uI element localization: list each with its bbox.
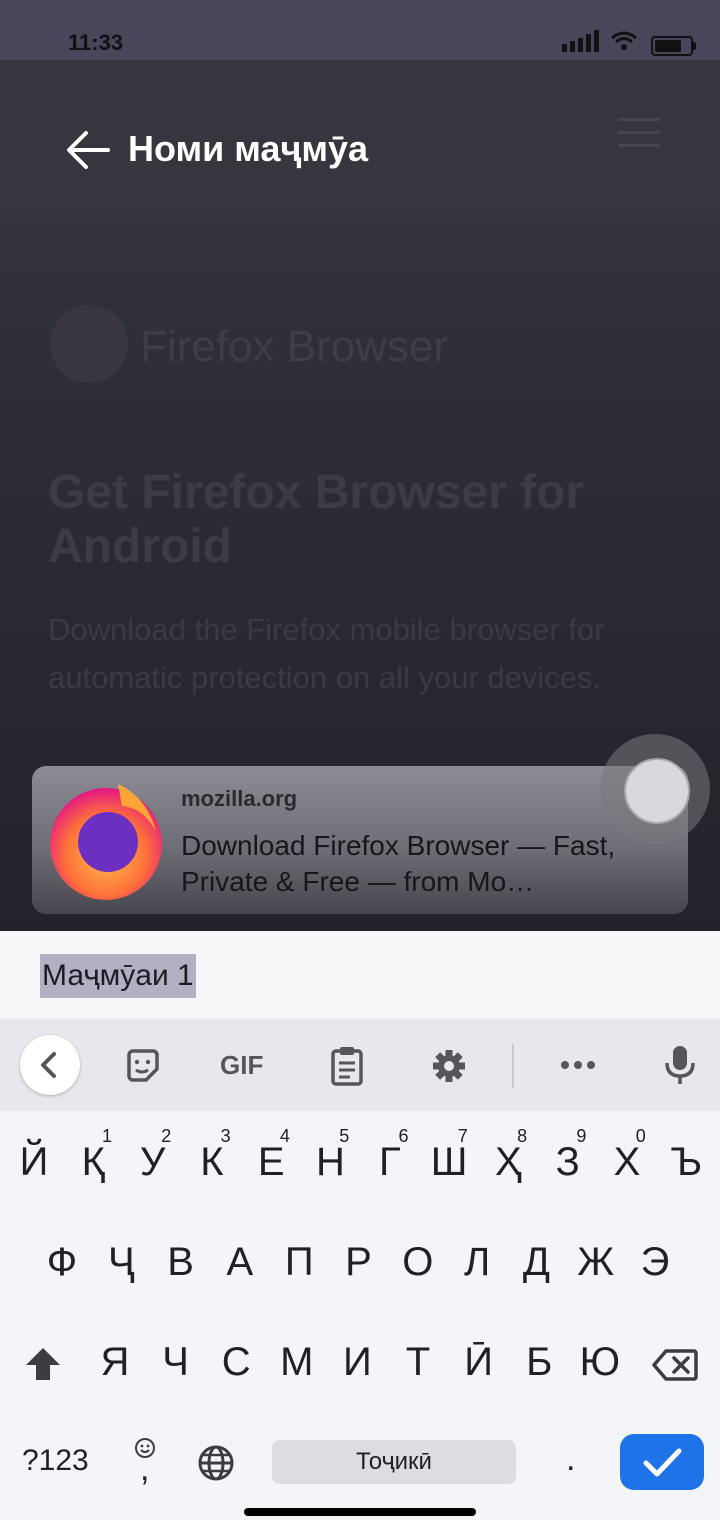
row1-key-1[interactable]: Й [5, 1140, 63, 1185]
row1-key-6[interactable]: Н [302, 1140, 360, 1185]
check-icon [643, 1448, 682, 1477]
row2-key-9[interactable]: Д [507, 1240, 565, 1285]
background-heading: Get Firefox Browser for Android [48, 466, 585, 573]
row1-key-5[interactable]: Е [242, 1140, 300, 1185]
status-time: 11:33 [68, 30, 124, 55]
row3-key-9[interactable]: Ю [571, 1340, 629, 1385]
row3-key-8[interactable]: Б [510, 1340, 568, 1385]
period-key[interactable]: . [566, 1440, 575, 1479]
row1-key-3[interactable]: У [124, 1140, 182, 1185]
number-hint: 3 [220, 1126, 231, 1146]
row2-key-5[interactable]: П [270, 1240, 328, 1285]
row3-key-4[interactable]: М [268, 1340, 326, 1385]
toolbar-divider [512, 1044, 514, 1088]
preview-title: Download Firefox Browser — Fast, Private… [181, 830, 616, 897]
row1-key-10[interactable]: З [539, 1140, 597, 1185]
row3-key-6[interactable]: Т [389, 1340, 447, 1385]
globe-icon[interactable] [197, 1444, 235, 1482]
row2-key-1[interactable]: Ф [33, 1240, 91, 1285]
row2-key-4[interactable]: А [211, 1240, 269, 1285]
background-logo-text: Firefox Browser [140, 322, 449, 371]
back-icon[interactable] [20, 1035, 80, 1095]
number-hint: 8 [517, 1126, 528, 1146]
microphone-icon[interactable] [664, 1044, 696, 1086]
row2-key-6[interactable]: Р [330, 1240, 388, 1285]
number-hint: 2 [161, 1126, 172, 1146]
row2-key-3[interactable]: В [152, 1240, 210, 1285]
row2-key-11[interactable]: Э [626, 1240, 684, 1285]
number-hint: 7 [457, 1126, 468, 1146]
menu-icon [618, 118, 660, 157]
signal-icon [562, 30, 599, 52]
row2-key-8[interactable]: Л [448, 1240, 506, 1285]
row2-key-7[interactable]: О [389, 1240, 447, 1285]
row1-key-2[interactable]: Қ [64, 1140, 122, 1185]
row1-key-12[interactable]: Ъ [657, 1140, 715, 1185]
symbols-key[interactable]: ?123 [22, 1444, 89, 1478]
clipboard-icon[interactable] [330, 1045, 364, 1087]
row3-key-5[interactable]: И [328, 1340, 386, 1385]
row3-key-2[interactable]: Ч [147, 1340, 205, 1385]
background-paragraph: Download the Firefox mobile browser for … [48, 612, 605, 695]
number-hint: 6 [398, 1126, 409, 1146]
shift-icon[interactable] [24, 1346, 62, 1382]
backspace-icon[interactable] [652, 1348, 698, 1382]
sticker-icon[interactable] [124, 1047, 162, 1085]
row2-key-10[interactable]: Ж [567, 1240, 625, 1285]
battery-tip [693, 42, 696, 50]
row3-key-7[interactable]: Ӣ [450, 1340, 508, 1385]
number-hint: 5 [339, 1126, 350, 1146]
row3-key-3[interactable]: С [207, 1340, 265, 1385]
wifi-icon [611, 31, 637, 50]
dialog-title: Номи маҷмӯа [128, 128, 369, 169]
firefox-logo-icon [50, 305, 128, 383]
comma-key[interactable]: , [140, 1450, 149, 1489]
number-hint: 0 [635, 1126, 646, 1146]
firefox-logo-icon [50, 784, 162, 900]
battery-icon [651, 36, 693, 56]
back-arrow-icon[interactable] [64, 128, 110, 172]
enter-key[interactable] [620, 1434, 704, 1490]
preview-domain: mozilla.org [181, 786, 298, 811]
row1-key-8[interactable]: Ш [420, 1140, 478, 1185]
row3-key-1[interactable]: Я [86, 1340, 144, 1385]
number-hint: 4 [279, 1126, 290, 1146]
home-indicator[interactable] [244, 1508, 476, 1516]
row1-key-9[interactable]: Ҳ [479, 1140, 537, 1185]
gif-icon[interactable]: GIF [220, 1050, 263, 1081]
touch-indicator-center [624, 758, 690, 824]
row1-key-11[interactable]: Х [598, 1140, 656, 1185]
row2-key-2[interactable]: Ҷ [92, 1240, 150, 1285]
settings-icon[interactable] [430, 1047, 468, 1085]
collection-name-input[interactable]: Маҷмӯаи 1 [40, 954, 196, 998]
row1-key-4[interactable]: К [183, 1140, 241, 1185]
space-key[interactable]: Тоҷикӣ [272, 1440, 516, 1484]
number-hint: 9 [576, 1126, 587, 1146]
number-hint: 1 [102, 1126, 113, 1146]
more-icon[interactable] [560, 1058, 596, 1072]
row1-key-7[interactable]: Г [361, 1140, 419, 1185]
